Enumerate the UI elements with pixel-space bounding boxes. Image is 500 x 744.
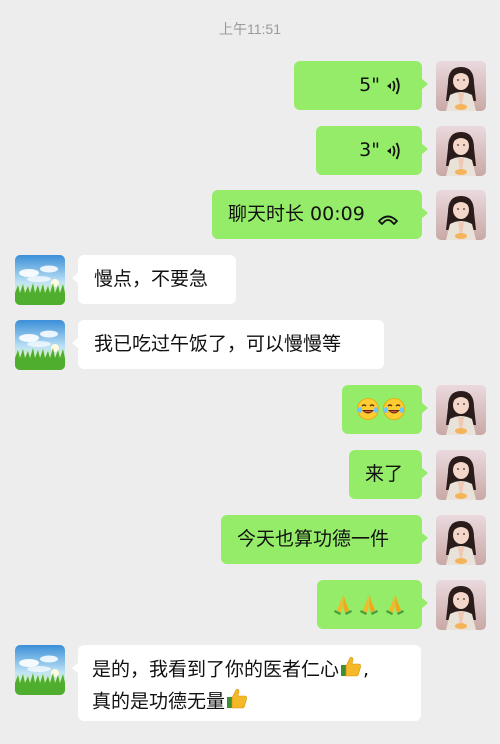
message-punctuation: , — [363, 658, 370, 681]
self-avatar[interactable] — [436, 190, 486, 240]
thumbs-up-emoji — [339, 654, 363, 686]
laughing-tears-emoji — [382, 397, 406, 428]
praying-hands-emoji — [383, 592, 407, 623]
self-avatar[interactable] — [436, 580, 486, 630]
message-text: 来了 — [365, 463, 404, 485]
call-record-bubble[interactable]: 聊天时长 00:09 — [212, 190, 428, 239]
incoming-text-bubble[interactable]: 是的，我看到了你的医者仁心 , 真的是功德无量 — [72, 645, 421, 721]
phone-hangup-icon — [377, 208, 399, 225]
contact-avatar[interactable] — [15, 645, 65, 695]
message-text: 是的，我看到了你的医者仁心 — [92, 658, 340, 681]
voice-message-bubble[interactable]: 5" — [294, 61, 428, 110]
self-avatar[interactable] — [436, 126, 486, 176]
voice-duration: 3" — [359, 139, 380, 161]
voice-message-bubble[interactable]: 3" — [316, 126, 428, 175]
voice-duration: 5" — [359, 74, 380, 96]
self-avatar[interactable] — [436, 450, 486, 500]
self-avatar[interactable] — [436, 385, 486, 435]
outgoing-text-bubble[interactable]: 来了 — [349, 450, 428, 499]
voice-wave-icon — [386, 76, 402, 96]
emoji-message-bubble[interactable] — [342, 385, 428, 434]
incoming-text-bubble[interactable]: 慢点，不要急 — [72, 255, 236, 304]
message-timestamp: 上午11:51 — [219, 21, 281, 37]
praying-hands-emoji — [331, 592, 355, 623]
message-text: 我已吃过午饭了，可以慢慢等 — [94, 333, 342, 355]
message-text: 慢点，不要急 — [94, 268, 209, 290]
laughing-tears-emoji — [356, 397, 380, 428]
incoming-text-bubble[interactable]: 我已吃过午饭了，可以慢慢等 — [72, 320, 384, 369]
voice-wave-icon — [386, 141, 402, 161]
outgoing-text-bubble[interactable]: 今天也算功德一件 — [221, 515, 428, 564]
contact-avatar[interactable] — [15, 320, 65, 370]
praying-hands-emoji — [357, 592, 381, 623]
message-text: 今天也算功德一件 — [237, 528, 390, 550]
self-avatar[interactable] — [436, 61, 486, 111]
voice-message-content: 3" — [359, 138, 402, 163]
contact-avatar[interactable] — [15, 255, 65, 305]
message-line: 真的是功德无量 — [92, 686, 407, 718]
message-line: 是的，我看到了你的医者仁心 , — [92, 654, 407, 686]
message-text: 真的是功德无量 — [92, 690, 226, 713]
call-duration-text: 聊天时长 00:09 — [228, 203, 365, 225]
voice-message-content: 5" — [359, 73, 402, 98]
emoji-message-bubble[interactable] — [317, 580, 428, 629]
self-avatar[interactable] — [436, 515, 486, 565]
thumbs-up-emoji — [225, 686, 249, 718]
